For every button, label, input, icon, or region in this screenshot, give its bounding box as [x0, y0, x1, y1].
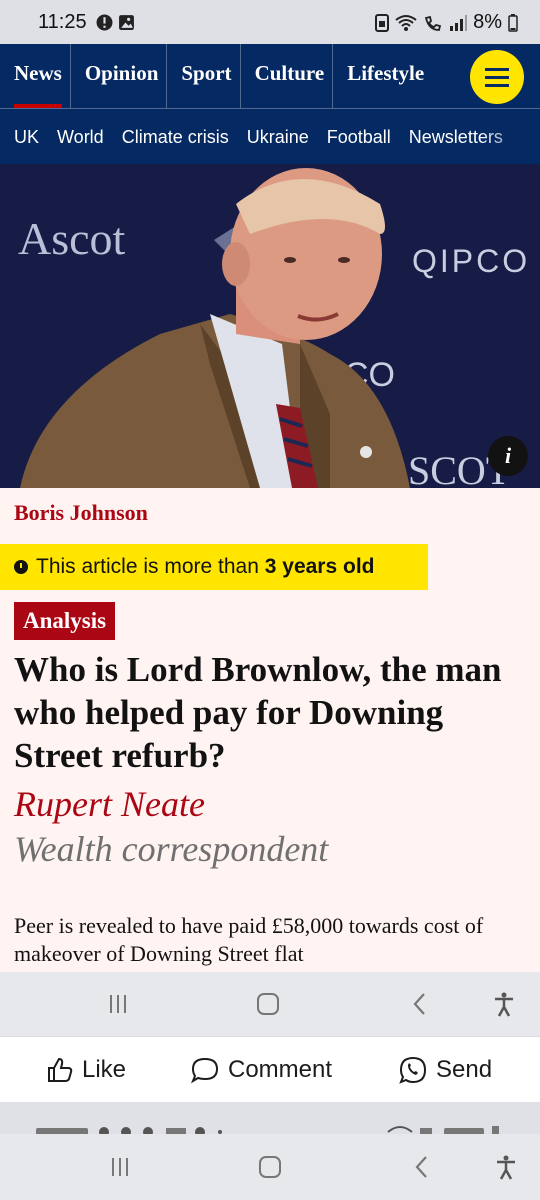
like-label: Like: [82, 1056, 127, 1083]
accessibility-button-2[interactable]: [476, 1134, 536, 1200]
menu-icon: [485, 68, 509, 71]
age-prefix: This article is more than: [36, 555, 265, 578]
home-icon: [259, 1156, 281, 1178]
accessibility-icon: [497, 1155, 515, 1180]
subnav-world[interactable]: World: [57, 127, 104, 148]
back-icon: [413, 993, 425, 1015]
series-label[interactable]: Boris Johnson: [14, 500, 148, 526]
pillar-sport[interactable]: Sport: [167, 44, 241, 108]
top-nav: News Opinion Sport Culture Lifestyle: [0, 44, 540, 108]
menu-icon-bar: [485, 76, 509, 79]
accessibility-icon: [495, 992, 513, 1017]
image-icon: [119, 15, 134, 30]
pillar-culture[interactable]: Culture: [241, 44, 334, 108]
comment-icon: [190, 1057, 219, 1084]
recent-apps-button-2[interactable]: [90, 1134, 150, 1200]
byline-role: Wealth correspondent: [14, 829, 329, 869]
battery-percent: 8%: [473, 11, 502, 33]
thumbs-up-icon: [48, 1057, 73, 1082]
analysis-kicker: Analysis: [14, 602, 116, 640]
subnav-climate-crisis[interactable]: Climate crisis: [122, 127, 229, 148]
signal-icon: [450, 14, 468, 31]
subnav-fade: [480, 109, 540, 165]
next-screenshot-peek: [0, 1102, 540, 1134]
menu-icon-bar: [485, 84, 509, 87]
status-time: 11:25: [38, 11, 87, 33]
alert-icon: [96, 14, 113, 31]
pillar-opinion[interactable]: Opinion: [71, 44, 168, 108]
home-icon: [257, 993, 279, 1015]
pillar-news[interactable]: News: [0, 44, 71, 108]
standfirst: Peer is revealed to have paid £58,000 to…: [14, 913, 484, 966]
send-button[interactable]: Send: [398, 1037, 492, 1103]
hero-photo: Ascot QIPCO CO SCOT: [0, 164, 540, 488]
wifi-call-icon: [425, 15, 442, 31]
recent-apps-icon: [110, 995, 126, 1013]
article-age-warning: This article is more than 3 years old: [0, 544, 428, 590]
sim-icon: [375, 13, 390, 32]
hero-image: Ascot QIPCO CO SCOT: [0, 164, 540, 488]
peek-status-icons: [36, 1126, 499, 1134]
recent-apps-icon: [112, 1158, 128, 1176]
wifi-icon: [395, 14, 417, 31]
headline: Who is Lord Brownlow, the man who helped…: [14, 650, 502, 775]
comment-label: Comment: [228, 1056, 333, 1083]
send-label: Send: [436, 1056, 493, 1083]
system-nav-bar-2: [0, 1134, 540, 1200]
backdrop-text-ascot: Ascot: [18, 213, 126, 264]
back-button-2[interactable]: [392, 1134, 452, 1200]
backdrop-text-qipco: QIPCO: [412, 243, 530, 279]
home-button-2[interactable]: [240, 1134, 300, 1200]
clock-icon: [14, 560, 28, 574]
pillar-nav: News Opinion Sport Culture Lifestyle: [0, 44, 432, 108]
system-nav-bar: [0, 972, 540, 1036]
accessibility-button[interactable]: [474, 972, 534, 1036]
subnav-ukraine[interactable]: Ukraine: [247, 127, 309, 148]
recent-apps-button[interactable]: [88, 972, 148, 1036]
back-button[interactable]: [390, 972, 450, 1036]
subnav-football[interactable]: Football: [327, 127, 391, 148]
image-info-button[interactable]: i: [488, 436, 528, 476]
whatsapp-icon: [399, 1056, 427, 1084]
status-bar: 11:25 8%: [0, 0, 540, 44]
post-actions-bar: Like Comment Send: [0, 1036, 540, 1104]
pillar-lifestyle[interactable]: Lifestyle: [333, 44, 432, 108]
age-text: This article is more than 3 years old: [36, 555, 374, 579]
menu-button[interactable]: [470, 50, 524, 104]
back-icon: [415, 1156, 427, 1178]
like-button[interactable]: Like: [46, 1037, 126, 1103]
subnav-uk[interactable]: UK: [14, 127, 39, 148]
sub-nav: UK World Climate crisis Ukraine Football…: [0, 108, 540, 165]
age-bold: 3 years old: [264, 555, 375, 578]
home-button[interactable]: [238, 972, 298, 1036]
battery-icon: [508, 13, 518, 32]
byline-author[interactable]: Rupert Neate: [14, 783, 205, 825]
status-right-group: 8%: [375, 11, 518, 34]
comment-button[interactable]: Comment: [190, 1037, 332, 1103]
